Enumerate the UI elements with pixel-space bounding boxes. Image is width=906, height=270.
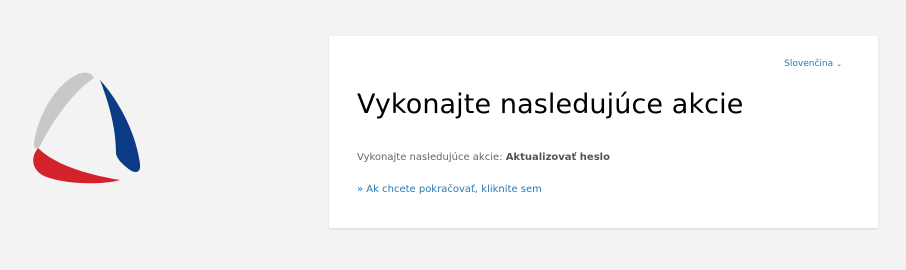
login-page: Slovenčina ⌄ Vykonajte nasledujúce akcie… <box>0 0 906 270</box>
instruction-prefix: Vykonajte nasledujúce akcie: <box>357 152 503 163</box>
logo-red-swoosh <box>33 148 121 184</box>
required-action: Aktualizovať heslo <box>505 152 610 163</box>
language-label[interactable]: Slovenčina <box>784 59 833 69</box>
brand-logo <box>33 72 141 184</box>
instruction-text: Vykonajte nasledujúce akcie: Aktualizova… <box>357 152 610 163</box>
continue-link[interactable]: » Ak chcete pokračovať, kliknite sem <box>357 184 542 195</box>
language-selector[interactable]: Slovenčina ⌄ <box>784 59 842 69</box>
page-title: Vykonajte nasledujúce akcie <box>357 89 744 120</box>
logo-gray-swoosh <box>33 72 94 149</box>
logo-blue-swoosh <box>100 80 141 172</box>
chevron-down-icon[interactable]: ⌄ <box>836 60 842 68</box>
required-actions-card: Slovenčina ⌄ Vykonajte nasledujúce akcie… <box>329 36 878 228</box>
